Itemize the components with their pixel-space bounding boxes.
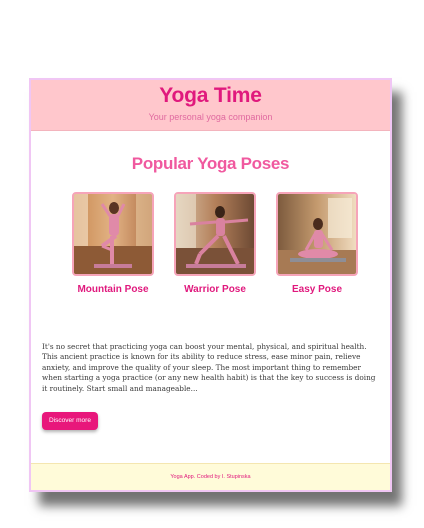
- discover-more-button[interactable]: Discover more: [42, 412, 98, 430]
- header: Yoga Time Your personal yoga companion: [31, 80, 390, 131]
- pose-card-warrior[interactable]: Warrior Pose: [174, 192, 256, 295]
- pose-name[interactable]: Warrior Pose: [174, 284, 256, 295]
- app-card: Yoga Time Your personal yoga companion P…: [29, 78, 392, 492]
- pose-name[interactable]: Easy Pose: [276, 284, 358, 295]
- easy-pose-photo[interactable]: [276, 192, 358, 276]
- poses-section-title: Popular Yoga Poses: [131, 154, 290, 173]
- pose-card-mountain[interactable]: Mountain Pose: [72, 192, 154, 295]
- pose-name[interactable]: Mountain Pose: [72, 284, 154, 295]
- mountain-pose-photo[interactable]: [72, 192, 154, 276]
- pose-card-easy[interactable]: Easy Pose: [276, 192, 358, 295]
- warrior-pose-photo[interactable]: [174, 192, 256, 276]
- footer: Yoga App. Coded by I. Stupinska: [31, 463, 390, 490]
- site-title: Yoga Time: [159, 84, 262, 107]
- site-subtitle: Your personal yoga companion: [148, 112, 273, 122]
- footer-credit: Yoga App. Coded by I. Stupinska: [170, 474, 251, 480]
- intro-paragraph: It's no secret that practicing yoga can …: [42, 342, 376, 393]
